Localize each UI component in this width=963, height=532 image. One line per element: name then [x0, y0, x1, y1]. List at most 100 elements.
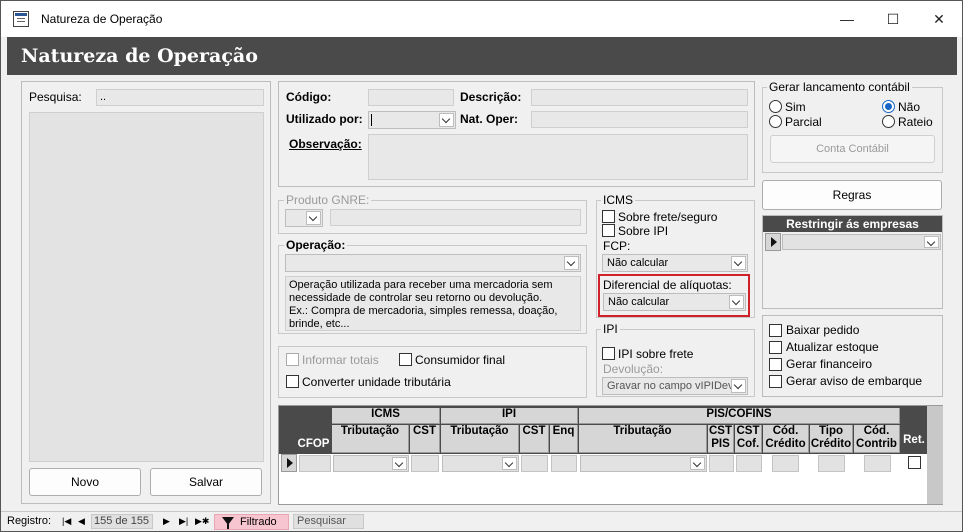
flags-group: Informar totais Consumidor final Convert…: [278, 346, 587, 398]
minimize-button[interactable]: —: [824, 1, 870, 37]
icms-title: ICMS: [601, 193, 635, 207]
grid-col-cst-cof: CST Cof.: [735, 425, 762, 453]
grid-col-cfop: CFOP: [296, 425, 331, 453]
difal-select[interactable]: Não calcular: [603, 293, 746, 311]
restringir-title: Restringir ás empresas: [763, 216, 942, 232]
grid-cell-ipi-cst[interactable]: [521, 455, 548, 472]
regras-button[interactable]: Regras: [762, 180, 942, 210]
produto-gnre-select[interactable]: [285, 209, 323, 227]
close-button[interactable]: ✕: [916, 1, 962, 37]
restringir-empresa-select[interactable]: [782, 234, 941, 250]
gerar-financeiro-checkbox[interactable]: [769, 358, 782, 371]
descricao-input[interactable]: [531, 89, 748, 106]
grid-cell-ipi-enq[interactable]: [551, 455, 577, 472]
fcp-select[interactable]: Não calcular: [602, 254, 748, 272]
radio-sim-label: Sim: [785, 100, 806, 114]
grid-col-ret: Ret.: [901, 434, 927, 453]
grid-pis-group: PIS/COFINS: [579, 408, 900, 424]
search-results-list[interactable]: [29, 112, 264, 462]
atualizar-estoque-checkbox[interactable]: [769, 341, 782, 354]
consumidor-final-checkbox[interactable]: [399, 353, 412, 366]
grid-cell-cod-credito[interactable]: [772, 455, 799, 472]
grid-cell-icms-cst[interactable]: [411, 455, 439, 472]
gerar-aviso-checkbox[interactable]: [769, 375, 782, 388]
chevron-down-icon: [439, 113, 454, 127]
difal-label: Diferencial de alíquotas:: [603, 278, 732, 292]
chevron-down-icon: [731, 256, 746, 270]
maximize-button[interactable]: ☐: [870, 1, 916, 37]
fcp-value: Não calcular: [607, 257, 669, 269]
grid-cell-ret-checkbox[interactable]: [908, 456, 921, 469]
produto-gnre-group: Produto GNRE:: [278, 193, 587, 234]
produto-gnre-input[interactable]: [330, 209, 581, 226]
fcp-label: FCP:: [603, 239, 631, 253]
utilizado-select[interactable]: [368, 111, 456, 129]
atualizar-estoque-label: Atualizar estoque: [786, 340, 879, 354]
radio-parcial-label: Parcial: [785, 115, 822, 129]
utilizado-label: Utilizado por:: [286, 112, 363, 126]
first-record-icon[interactable]: |◀: [62, 514, 74, 528]
operacao-group: Operação: Operação utilizada para recebe…: [278, 238, 587, 334]
grid-icms-group: ICMS: [332, 408, 440, 424]
main-form-box: Código: Descrição: Utilizado por: Nat. O…: [278, 81, 755, 187]
devolucao-select[interactable]: Gravar no campo vIPIDev: [602, 377, 748, 395]
operacao-select[interactable]: [285, 254, 581, 272]
last-record-icon[interactable]: ▶|: [179, 514, 191, 528]
filter-toggle[interactable]: Filtrado: [214, 514, 289, 530]
grid-cell-icms-trib[interactable]: [333, 455, 409, 472]
grid-cell-pis-trib[interactable]: [580, 455, 707, 472]
text-cursor: [371, 114, 372, 126]
save-button[interactable]: Salvar: [150, 468, 262, 496]
natoper-label: Nat. Oper:: [460, 112, 519, 126]
search-input[interactable]: ..: [96, 89, 264, 106]
ipi-group: IPI IPI sobre frete Devolução: Gravar no…: [596, 322, 755, 397]
new-record-icon[interactable]: ▶✱: [195, 514, 209, 528]
natoper-input[interactable]: [531, 111, 748, 128]
codigo-input[interactable]: [368, 89, 454, 106]
form-header: Natureza de Operação: [7, 37, 957, 75]
status-bar: Registro: |◀ ◀ 155 de 155 ▶ ▶| ▶✱ Filtra…: [1, 511, 962, 531]
grid-cell-tipo-credito[interactable]: [818, 455, 845, 472]
new-button[interactable]: Novo: [29, 468, 141, 496]
conta-contabil-button[interactable]: Conta Contábil: [770, 135, 935, 163]
grid-cell-ipi-trib[interactable]: [442, 455, 519, 472]
cfop-grid: ICMS IPI PIS/COFINS CFOP Tributação CST …: [278, 405, 943, 505]
observacao-textarea[interactable]: [368, 134, 748, 180]
radio-rateio[interactable]: [882, 115, 895, 128]
informar-totais-checkbox[interactable]: [286, 353, 299, 366]
devolucao-value: Gravar no campo vIPIDev: [607, 380, 734, 392]
filter-label: Filtrado: [240, 516, 277, 528]
status-search-input[interactable]: Pesquisar: [293, 514, 364, 529]
grid-cell-cst-cof[interactable]: [736, 455, 762, 472]
operacao-description: Operação utilizada para receber uma merc…: [285, 276, 581, 331]
title-bar: Natureza de Operação — ☐ ✕: [1, 1, 962, 37]
grid-col-pis-trib: Tributação: [579, 425, 707, 453]
gerar-lancamento-title: Gerar lancamento contábil: [767, 80, 912, 94]
grid-cell-cst-pis[interactable]: [709, 455, 734, 472]
record-position[interactable]: 155 de 155: [91, 514, 153, 529]
codigo-label: Código:: [286, 90, 332, 104]
sobre-frete-checkbox[interactable]: [602, 210, 615, 223]
converter-unidade-label: Converter unidade tributária: [302, 375, 451, 389]
ipi-title: IPI: [601, 322, 620, 336]
grid-col-tipo-credito: Tipo Crédito: [810, 425, 853, 453]
converter-unidade-checkbox[interactable]: [286, 375, 299, 388]
chevron-down-icon: [690, 457, 705, 470]
chevron-down-icon: [502, 457, 517, 470]
grid-scrollbar[interactable]: [927, 406, 943, 504]
grid-cell-cfop[interactable]: [299, 455, 331, 472]
baixar-pedido-checkbox[interactable]: [769, 324, 782, 337]
radio-nao-label: Não: [898, 100, 921, 114]
chevron-down-icon: [392, 457, 407, 470]
radio-nao[interactable]: [882, 100, 895, 113]
sobre-ipi-checkbox[interactable]: [602, 224, 615, 237]
grid-cell-cod-contrib[interactable]: [864, 455, 891, 472]
prev-record-icon[interactable]: ◀: [78, 514, 88, 528]
ipi-sobre-frete-checkbox[interactable]: [602, 347, 615, 360]
next-record-icon[interactable]: ▶: [163, 514, 173, 528]
informar-totais-label: Informar totais: [302, 353, 379, 367]
radio-parcial[interactable]: [769, 115, 782, 128]
baixar-pedido-label: Baixar pedido: [786, 323, 860, 337]
sobre-frete-label: Sobre frete/seguro: [618, 210, 718, 224]
radio-sim[interactable]: [769, 100, 782, 113]
